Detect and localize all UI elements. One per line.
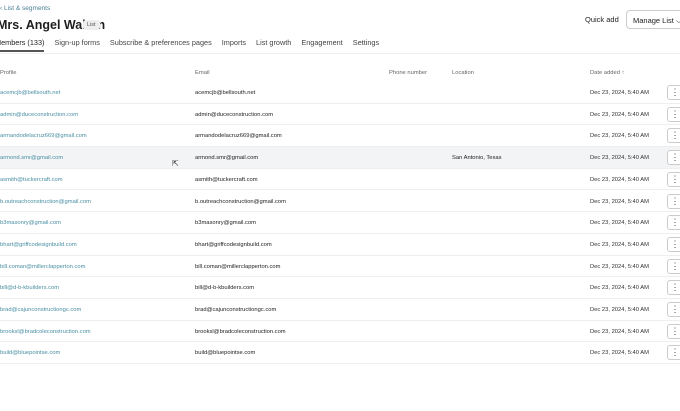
list-badge: List xyxy=(83,20,100,30)
tab-3[interactable]: Imports xyxy=(222,36,246,52)
row-actions-menu-icon[interactable]: ⋮ xyxy=(667,215,680,231)
email-cell: asmith@tuckercraft.com xyxy=(195,176,258,183)
date-added-cell: Dec 23, 2024, 5:40 AM xyxy=(590,285,649,292)
table-row[interactable]: armandodelacruz669@gmail.com armandodela… xyxy=(0,125,680,148)
profile-link[interactable]: b3masonry@gmail.com xyxy=(0,220,61,226)
profile-link[interactable]: brooksl@bradcoleconstruction.com xyxy=(0,329,91,335)
row-actions-menu-icon[interactable]: ⋮ xyxy=(667,345,680,361)
email-cell: b.outreachconstruction@gmail.com xyxy=(195,198,286,205)
quick-add-button[interactable]: Quick add xyxy=(585,15,619,24)
row-actions-menu-icon[interactable]: ⋮ xyxy=(667,258,680,274)
profile-link[interactable]: armandodelacruz669@gmail.com xyxy=(0,133,87,139)
row-actions-menu-icon[interactable]: ⋮ xyxy=(667,150,680,166)
table-row[interactable]: asmith@tuckercraft.com asmith@tuckercraf… xyxy=(0,169,680,191)
tab-divider xyxy=(0,53,680,54)
date-added-cell: Dec 23, 2024, 5:40 AM xyxy=(590,133,649,140)
row-actions-menu-icon[interactable]: ⋮ xyxy=(667,323,680,339)
date-added-cell: Dec 23, 2024, 5:40 AM xyxy=(590,263,649,270)
date-added-cell: Dec 23, 2024, 5:40 AM xyxy=(590,241,649,248)
tab-4[interactable]: List growth xyxy=(256,36,291,52)
date-added-cell: Dec 23, 2024, 5:40 AM xyxy=(590,176,649,183)
date-added-cell: Dec 23, 2024, 5:40 AM xyxy=(590,350,649,357)
row-actions-menu-icon[interactable]: ⋮ xyxy=(667,85,680,100)
profile-link[interactable]: build@bluepointse.com xyxy=(0,350,60,356)
email-cell: brooksl@bradcoleconstruction.com xyxy=(195,328,286,335)
tab-5[interactable]: Engagement xyxy=(301,36,342,52)
tab-bar: Members (133) Sign-up forms Subscribe & pr… xyxy=(0,36,389,52)
date-added-cell: Dec 23, 2024, 5:40 AM xyxy=(590,198,649,205)
table-row[interactable]: brooksl@bradcoleconstruction.com brooksl… xyxy=(0,321,680,343)
email-cell: build@bluepointse.com xyxy=(195,350,256,357)
email-cell: bill.coman@millerclapperton.com xyxy=(195,263,281,270)
profile-link[interactable]: bill.coman@millerclapperton.com xyxy=(0,264,85,270)
row-actions-menu-icon[interactable]: ⋮ xyxy=(667,171,680,187)
date-added-cell: Dec 23, 2024, 5:40 AM xyxy=(590,328,649,335)
table-row[interactable]: armond.smr@gmail.com armond.smr@gmail.co… xyxy=(0,147,680,169)
profile-link[interactable]: armond.smr@gmail.com xyxy=(0,155,63,161)
mouse-cursor-icon: ⇱ xyxy=(172,159,179,168)
table-row[interactable]: b.outreachconstruction@gmail.com b.outre… xyxy=(0,191,680,213)
email-cell: bill@d-b-kbuilders.com xyxy=(195,285,255,292)
date-added-cell: Dec 23, 2024, 5:40 AM xyxy=(590,90,649,96)
email-cell: b3masonry@gmail.com xyxy=(195,220,256,227)
column-header-email[interactable]: Email xyxy=(195,70,210,76)
email-cell: armandodelacruz669@gmail.com xyxy=(195,133,282,140)
date-added-label: Date added xyxy=(590,70,620,76)
table-row[interactable]: build@bluepointse.com build@bluepointse.… xyxy=(0,342,680,365)
table-row[interactable]: b3masonry@gmail.com b3masonry@gmail.com … xyxy=(0,212,680,234)
profile-link[interactable]: admin@duceconstruction.com xyxy=(0,112,78,118)
tab-2[interactable]: Subscribe & preferences pages xyxy=(110,36,212,52)
date-added-cell: Dec 23, 2024, 5:40 AM xyxy=(590,155,649,162)
email-cell: admin@duceconstruction.com xyxy=(195,111,274,118)
table-row[interactable]: acemcjb@bellsouth.net acemcjb@bellsouth.… xyxy=(0,82,680,104)
breadcrumb-label: List & segments xyxy=(3,5,51,12)
tab-1[interactable]: Sign-up forms xyxy=(54,36,99,52)
location-cell: San Antonio, Texas xyxy=(452,155,502,162)
column-header-profile[interactable]: Profile xyxy=(0,70,16,76)
column-header-phone[interactable]: Phone number xyxy=(389,70,427,76)
sort-arrow-icon: ↑ xyxy=(621,70,625,76)
tab-0[interactable]: Members (133) xyxy=(0,36,45,52)
tab-6[interactable]: Settings xyxy=(353,36,379,52)
profile-link[interactable]: asmith@tuckercraft.com xyxy=(0,177,63,183)
row-actions-menu-icon[interactable]: ⋮ xyxy=(667,302,680,317)
row-actions-menu-icon[interactable]: ⋮ xyxy=(667,193,680,209)
chevron-down-icon: ⌵ xyxy=(675,16,680,25)
profile-link[interactable]: b.outreachconstruction@gmail.com xyxy=(0,199,91,205)
row-actions-menu-icon[interactable]: ⋮ xyxy=(667,280,680,296)
table-row[interactable]: bhart@griffcodesignbuild.com bhart@griff… xyxy=(0,234,680,256)
profile-link[interactable]: acemcjb@bellsouth.net xyxy=(0,90,60,96)
breadcrumb-list-segments[interactable]: ‹ List & segments xyxy=(0,5,50,12)
row-actions-menu-icon[interactable]: ⋮ xyxy=(667,128,680,144)
column-header-date-added[interactable]: Date added ↑ xyxy=(590,70,625,76)
profile-link[interactable]: brad@cajunconstructiongc.com xyxy=(0,307,81,313)
manage-list-button[interactable]: Manage List ⌵ xyxy=(626,10,680,29)
column-header-location[interactable]: Location xyxy=(452,70,474,76)
date-added-cell: Dec 23, 2024, 5:40 AM xyxy=(590,307,649,313)
table-row[interactable]: brad@cajunconstructiongc.com brad@cajunc… xyxy=(0,299,680,321)
email-cell: armond.smr@gmail.com xyxy=(195,155,259,162)
email-cell: bhart@griffcodesignbuild.com xyxy=(195,241,272,248)
profile-link[interactable]: bhart@griffcodesignbuild.com xyxy=(0,242,77,248)
row-actions-menu-icon[interactable]: ⋮ xyxy=(667,236,680,252)
table-row[interactable]: bill@d-b-kbuilders.com bill@d-b-kbuilder… xyxy=(0,277,680,299)
manage-list-label: Manage List xyxy=(633,16,674,25)
date-added-cell: Dec 23, 2024, 5:40 AM xyxy=(590,220,649,227)
profile-link[interactable]: bill@d-b-kbuilders.com xyxy=(0,285,59,291)
email-cell: acemcjb@bellsouth.net xyxy=(195,90,256,96)
row-actions-menu-icon[interactable]: ⋮ xyxy=(667,106,680,122)
email-cell: brad@cajunconstructiongc.com xyxy=(195,307,277,313)
table-row[interactable]: admin@duceconstruction.com admin@ducecon… xyxy=(0,104,680,126)
date-added-cell: Dec 23, 2024, 5:40 AM xyxy=(590,111,649,118)
table-row[interactable]: bill.coman@millerclapperton.com bill.com… xyxy=(0,256,680,278)
